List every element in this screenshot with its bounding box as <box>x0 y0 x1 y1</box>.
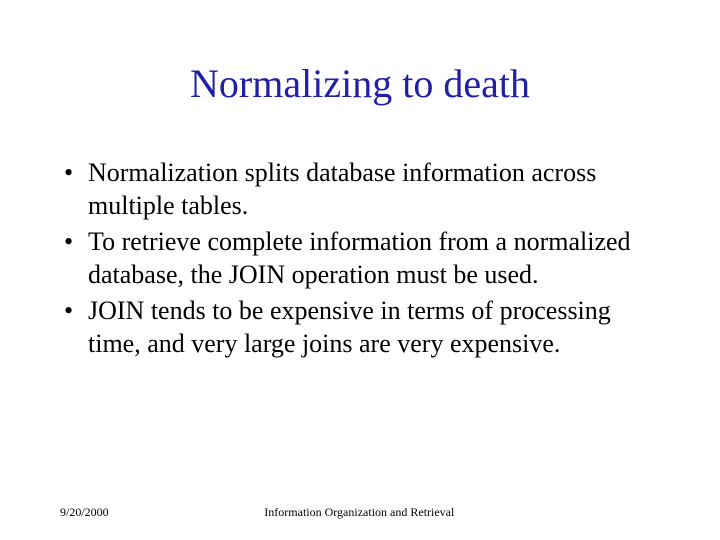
slide-title: Normalizing to death <box>60 60 660 107</box>
footer-course: Information Organization and Retrieval <box>109 505 610 520</box>
slide: Normalizing to death Normalization split… <box>0 0 720 540</box>
bullet-item: JOIN tends to be expensive in terms of p… <box>60 295 660 360</box>
bullet-item: Normalization splits database informatio… <box>60 157 660 222</box>
bullet-list: Normalization splits database informatio… <box>60 157 660 364</box>
footer-date: 9/20/2000 <box>60 505 109 520</box>
footer: 9/20/2000 Information Organization and R… <box>60 505 660 520</box>
bullet-item: To retrieve complete information from a … <box>60 226 660 291</box>
